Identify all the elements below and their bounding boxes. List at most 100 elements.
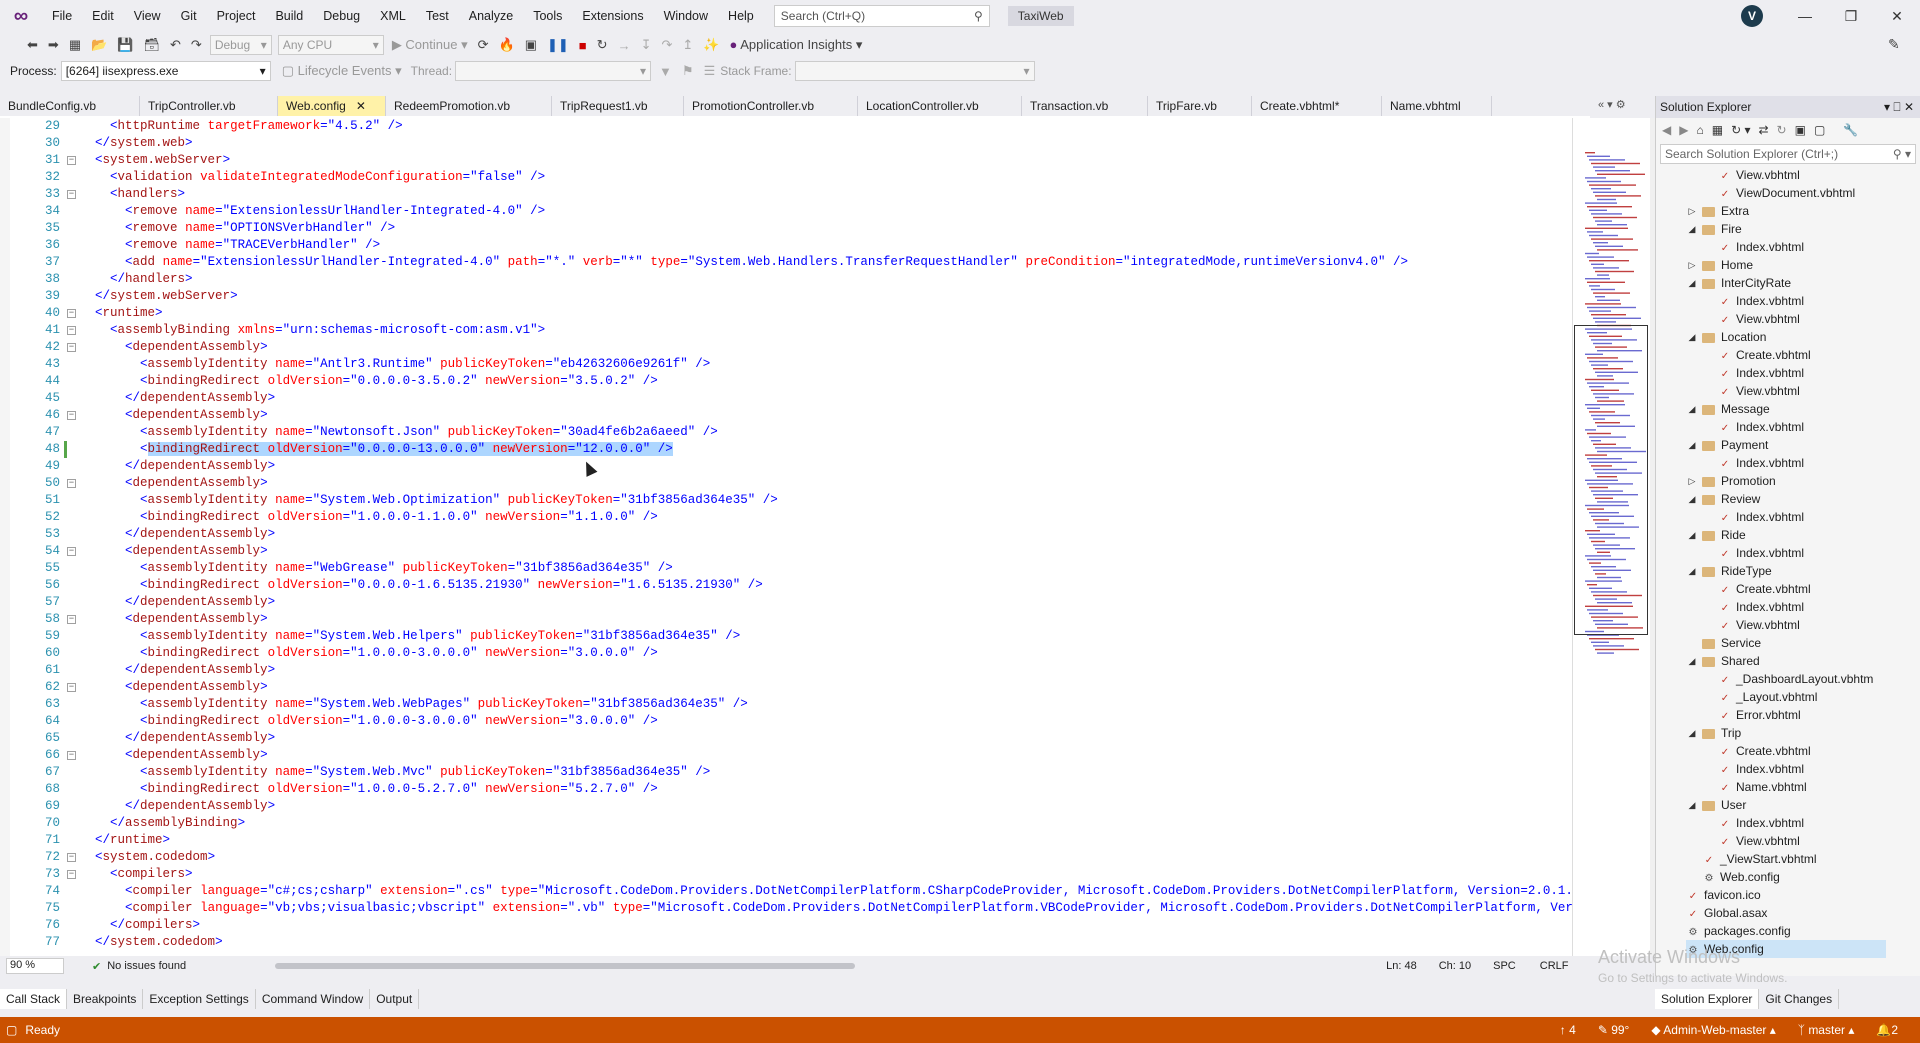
close-tab-icon[interactable]: ✕ [356,99,366,113]
tab-document[interactable]: TripRequest1.vb [552,96,684,116]
expanded-arrow-icon[interactable]: ◢ [1686,724,1698,742]
code-line[interactable]: 37 <add name="ExtensionlessUrlHandler-In… [0,254,1572,271]
solution-explorer-search-input[interactable]: Search Solution Explorer (Ctrl+;) ⚲ ▾ [1660,144,1916,164]
tab-document[interactable]: RedeemPromotion.vb [386,96,552,116]
code-line[interactable]: 45 </dependentAssembly> [0,390,1572,407]
code-line[interactable]: 76 </compilers> [0,917,1572,934]
code-line[interactable]: 65 </dependentAssembly> [0,730,1572,747]
code-line[interactable]: 66− <dependentAssembly> [0,747,1572,764]
collapse-all-icon[interactable]: ▣ [1795,123,1806,137]
menu-analyze[interactable]: Analyze [459,0,523,32]
expanded-arrow-icon[interactable]: ◢ [1686,526,1698,544]
tree-file[interactable]: ✓ Index.vbhtml [1718,814,1804,832]
code-line[interactable]: 30 </system.web> [0,135,1572,152]
push-count[interactable]: ↑ 4 [1560,1023,1576,1037]
tree-file[interactable]: ✓ Index.vbhtml [1718,508,1804,526]
menu-git[interactable]: Git [171,0,207,32]
step-over-icon[interactable]: ↷ [656,37,677,53]
tree-file[interactable]: ✓ View.vbhtml [1718,616,1800,634]
menu-edit[interactable]: Edit [82,0,124,32]
notifications-button[interactable]: 🔔2 [1876,1023,1898,1037]
code-line[interactable]: 60 <bindingRedirect oldVersion="1.0.0.0-… [0,645,1572,662]
tree-file[interactable]: ✓ View.vbhtml [1718,382,1800,400]
code-line[interactable]: 70 </assemblyBinding> [0,815,1572,832]
tree-file[interactable]: ✓ ViewDocument.vbhtml [1718,184,1855,202]
refresh-icon[interactable]: ⟳ [473,37,494,53]
fold-toggle-icon[interactable]: − [67,190,76,199]
code-line[interactable]: 72− <system.codedom> [0,849,1572,866]
tree-folder[interactable]: ◢ Fire [1689,220,1742,238]
code-editor[interactable]: 29 <httpRuntime targetFramework="4.5.2" … [0,118,1572,956]
issues-status[interactable]: No issues found [107,960,186,972]
menu-debug[interactable]: Debug [313,0,370,32]
code-line[interactable]: 56 <bindingRedirect oldVersion="0.0.0.0-… [0,577,1572,594]
code-line[interactable]: 40− <runtime> [0,305,1572,322]
panel-options-icon[interactable]: ▾ ⎕ ✕ [1884,96,1914,118]
fold-toggle-icon[interactable]: − [67,615,76,624]
code-line[interactable]: 67 <assemblyIdentity name="System.Web.Mv… [0,764,1572,781]
tab-breakpoints[interactable]: Breakpoints [67,989,144,1009]
tree-file[interactable]: ✓ favicon.ico [1686,886,1761,904]
tree-file[interactable]: ✓ Index.vbhtml [1718,292,1804,310]
menu-file[interactable]: File [42,0,82,32]
tree-folder[interactable]: ◢ InterCityRate [1689,274,1792,292]
tree-file[interactable]: ✓ _Layout.vbhtml [1718,688,1818,706]
avatar[interactable]: V [1741,5,1763,27]
lifecycle-events-button[interactable]: ▢ Lifecycle Events ▾ [277,63,407,79]
fold-toggle-icon[interactable]: − [67,853,76,862]
fold-toggle-icon[interactable]: − [67,870,76,879]
code-line[interactable]: 34 <remove name="ExtensionlessUrlHandler… [0,203,1572,220]
menu-window[interactable]: Window [654,0,718,32]
pending-edits[interactable]: ✎ 99° [1598,1023,1630,1037]
repository-selector[interactable]: ◆ Admin-Web-master ▴ [1651,1023,1775,1037]
tree-file[interactable]: ✓ Create.vbhtml [1718,346,1811,364]
fold-toggle-icon[interactable]: − [67,156,76,165]
tree-folder[interactable]: ◢ RideType [1689,562,1772,580]
code-line[interactable]: 64 <bindingRedirect oldVersion="1.0.0.0-… [0,713,1572,730]
tree-file[interactable]: ✓ _DashboardLayout.vbhtm [1718,670,1874,688]
code-line[interactable]: 42− <dependentAssembly> [0,339,1572,356]
menu-view[interactable]: View [124,0,171,32]
pending-changes-icon[interactable]: ↻ ▾ [1731,123,1750,137]
callstack-icon[interactable]: ☰ [699,63,721,79]
expanded-arrow-icon[interactable]: ◢ [1686,436,1698,454]
code-line[interactable]: 74 <compiler language="c#;cs;csharp" ext… [0,883,1572,900]
code-line[interactable]: 38 </handlers> [0,271,1572,288]
back-icon[interactable]: ◀ [1662,123,1671,137]
expanded-arrow-icon[interactable]: ◢ [1686,220,1698,238]
home-icon[interactable]: ⌂ [1696,123,1703,137]
live-share-icon[interactable]: ✎ [1888,36,1900,53]
forward-icon[interactable]: ➡ [43,37,64,53]
tab-document[interactable]: Transaction.vb [1022,96,1148,116]
tree-file[interactable]: ✓ View.vbhtml [1718,832,1800,850]
code-line[interactable]: 58− <dependentAssembly> [0,611,1572,628]
fold-toggle-icon[interactable]: − [67,309,76,318]
menu-xml[interactable]: XML [370,0,416,32]
code-line[interactable]: 75 <compiler language="vb;vbs;visualbasi… [0,900,1572,917]
menu-tools[interactable]: Tools [523,0,572,32]
expanded-arrow-icon[interactable]: ◢ [1686,400,1698,418]
code-line[interactable]: 43 <assemblyIdentity name="Antlr3.Runtim… [0,356,1572,373]
code-line[interactable]: 36 <remove name="TRACEVerbHandler" /> [0,237,1572,254]
line-ending[interactable]: CRLF [1540,960,1569,972]
code-line[interactable]: 52 <bindingRedirect oldVersion="1.0.0.0-… [0,509,1572,526]
menu-build[interactable]: Build [265,0,313,32]
tree-file[interactable]: ✓ Index.vbhtml [1718,598,1804,616]
expanded-arrow-icon[interactable]: ◢ [1686,274,1698,292]
code-line[interactable]: 33− <handlers> [0,186,1572,203]
code-line[interactable]: 57 </dependentAssembly> [0,594,1572,611]
fold-toggle-icon[interactable]: − [67,479,76,488]
tab-document[interactable]: Web.config ✕ [278,96,386,116]
tree-file[interactable]: ✓ Create.vbhtml [1718,742,1811,760]
tree-file[interactable]: ✓ Global.asax [1686,904,1768,922]
expanded-arrow-icon[interactable]: ◢ [1686,328,1698,346]
code-line[interactable]: 63 <assemblyIdentity name="System.Web.We… [0,696,1572,713]
menu-help[interactable]: Help [718,0,764,32]
fold-toggle-icon[interactable]: − [67,751,76,760]
branch-selector[interactable]: ᛉ master ▴ [1798,1023,1855,1037]
tree-file[interactable]: ✓ Index.vbhtml [1718,364,1804,382]
tree-file[interactable]: ✓ Name.vbhtml [1718,778,1807,796]
tree-folder[interactable]: ◢ Location [1689,328,1767,346]
stop-icon[interactable]: ■ [574,38,592,53]
collapsed-arrow-icon[interactable]: ▷ [1686,256,1698,274]
